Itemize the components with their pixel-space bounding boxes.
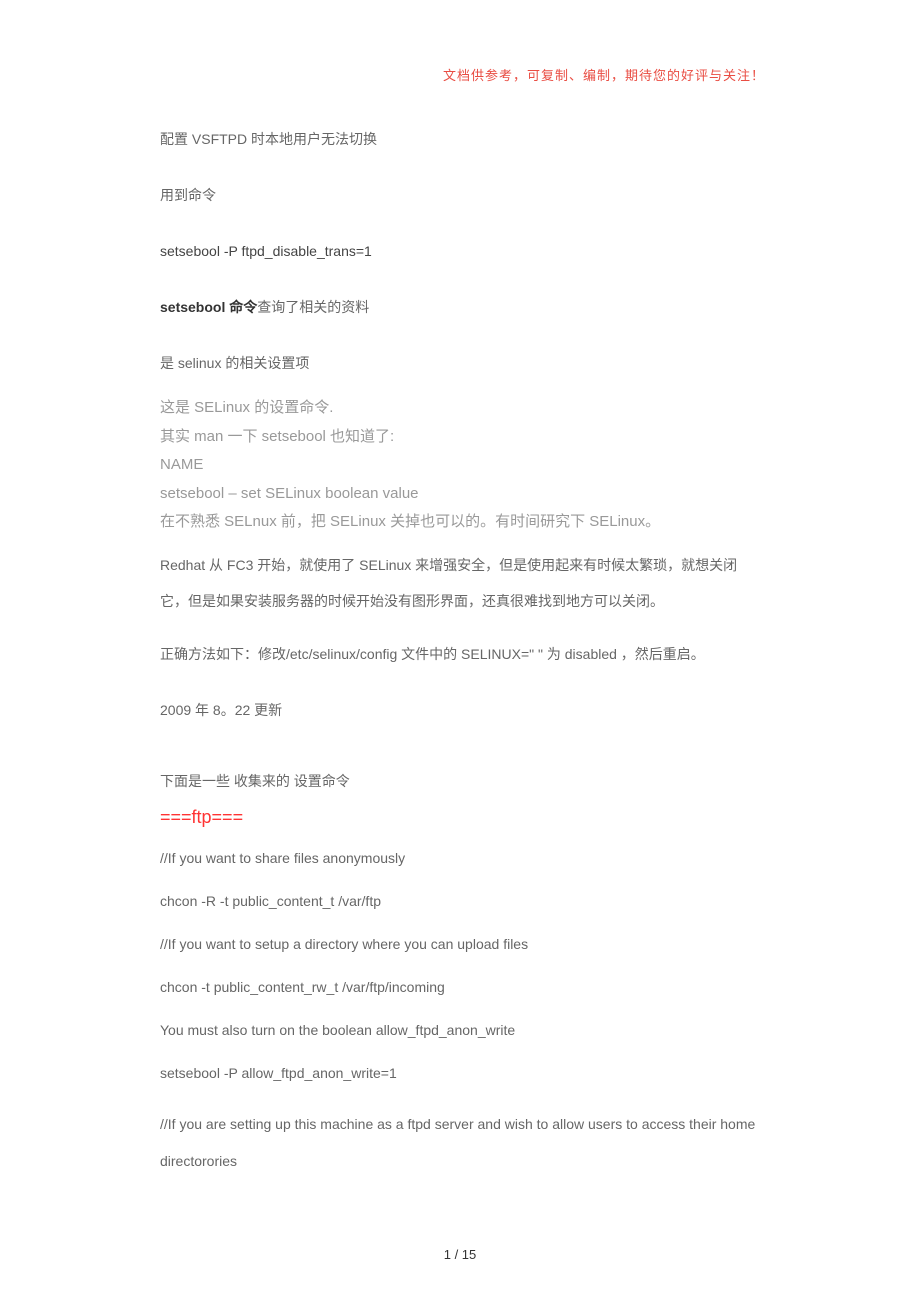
page-number: 1 / 15 (0, 1247, 920, 1262)
bold-prefix: setsebool 命令 (160, 299, 257, 315)
query-line: setsebool 命令查询了相关的资料 (160, 297, 760, 318)
gray-line-3: NAME (160, 451, 760, 480)
ftp-comment-home: //If you are setting up this machine as … (160, 1106, 760, 1179)
ftp-cmd-setsebool-anon: setsebool -P allow_ftpd_anon_write=1 (160, 1063, 760, 1084)
ftp-note-boolean: You must also turn on the boolean allow_… (160, 1020, 760, 1041)
method-line: 正确方法如下：修改/etc/selinux/config 文件中的 SELINU… (160, 644, 760, 665)
update-line: 2009 年 8。22 更新 (160, 700, 760, 721)
cmd-intro: 用到命令 (160, 185, 760, 206)
command-setsebool-trans: setsebool -P ftpd_disable_trans=1 (160, 241, 760, 262)
query-suffix: 查询了相关的资料 (257, 299, 369, 315)
man-block: 这是 SELinux 的设置命令. 其实 man 一下 setsebool 也知… (160, 394, 760, 537)
gray-line-1: 这是 SELinux 的设置命令. (160, 394, 760, 423)
gray-line-2: 其实 man 一下 setsebool 也知道了: (160, 423, 760, 452)
header-note: 文档供参考，可复制、编制，期待您的好评与关注！ (160, 65, 765, 84)
ftp-cmd-chcon-public: chcon -R -t public_content_t /var/ftp (160, 891, 760, 912)
gray-line-4: setsebool – set SELinux boolean value (160, 480, 760, 509)
redhat-paragraph: Redhat 从 FC3 开始，就使用了 SELinux 来增强安全，但是使用起… (160, 547, 760, 620)
ftp-commands: //If you want to share files anonymously… (160, 848, 760, 1179)
ftp-section-heading: ===ftp=== (160, 807, 760, 828)
gray-line-5: 在不熟悉 SELnux 前，把 SELinux 关掉也可以的。有时间研究下 SE… (160, 508, 760, 537)
title-line: 配置 VSFTPD 时本地用户无法切换 (160, 129, 760, 150)
ftp-comment-anon: //If you want to share files anonymously (160, 848, 760, 869)
document-page: 文档供参考，可复制、编制，期待您的好评与关注！ 配置 VSFTPD 时本地用户无… (0, 0, 920, 1219)
ftp-comment-upload: //If you want to setup a directory where… (160, 934, 760, 955)
collected-intro: 下面是一些 收集来的 设置命令 (160, 771, 760, 792)
ftp-cmd-chcon-rw: chcon -t public_content_rw_t /var/ftp/in… (160, 977, 760, 998)
selinux-note: 是 selinux 的相关设置项 (160, 353, 760, 374)
